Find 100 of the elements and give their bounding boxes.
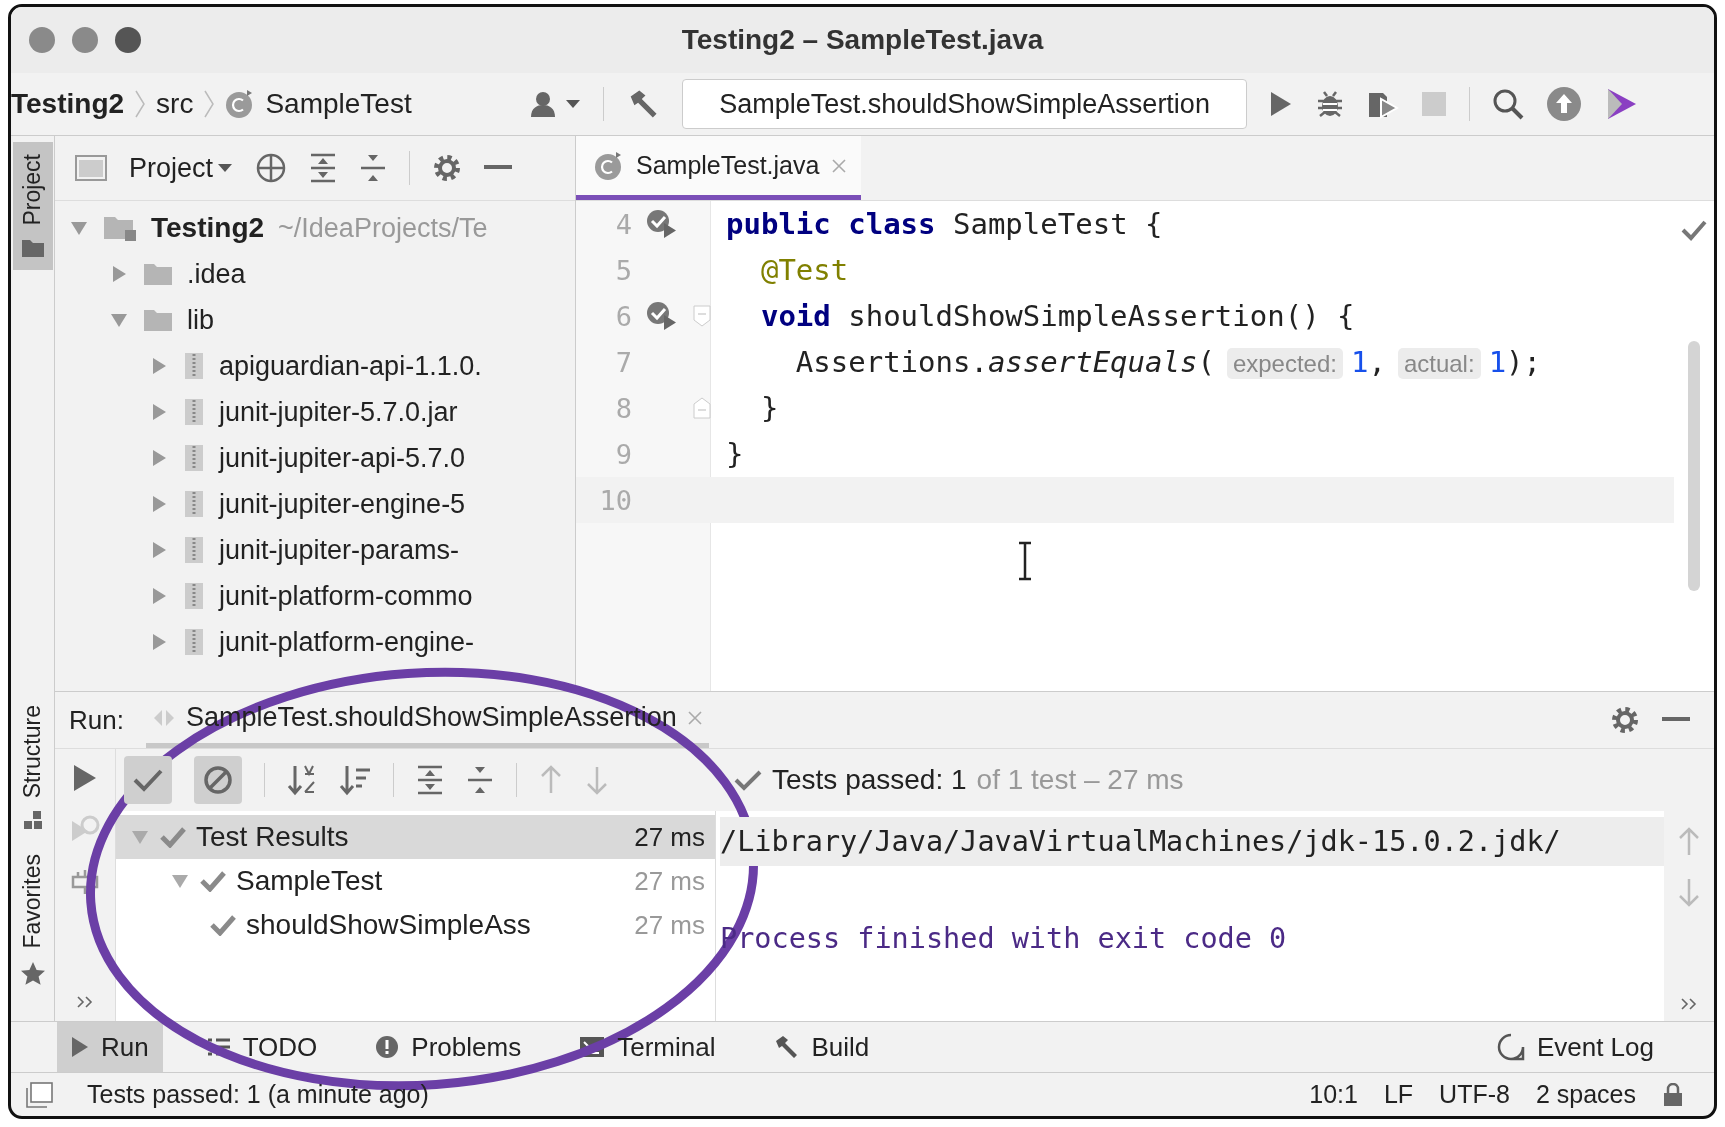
status-item[interactable]: LF bbox=[1383, 1080, 1414, 1109]
search-icon[interactable] bbox=[1492, 88, 1524, 120]
run-test-icon[interactable] bbox=[646, 209, 678, 239]
jar-icon bbox=[183, 628, 205, 656]
test-name: Test Results bbox=[196, 821, 350, 853]
folder-icon bbox=[143, 261, 173, 287]
hammer-icon bbox=[773, 1034, 800, 1060]
class-icon bbox=[594, 150, 624, 181]
close-button[interactable] bbox=[29, 27, 55, 53]
tree-item[interactable]: lib bbox=[187, 304, 214, 336]
tool-window-tab[interactable]: Problems bbox=[361, 1022, 536, 1072]
line-number: 5 bbox=[614, 254, 632, 286]
tool-windows-icon[interactable] bbox=[25, 1081, 53, 1108]
project-path: ~/IdeaProjects/Te bbox=[278, 212, 488, 244]
tool-window-tab[interactable]: TODO bbox=[192, 1022, 332, 1072]
event-log-tab[interactable]: Event Log bbox=[1482, 1022, 1668, 1072]
collapse-all-icon[interactable] bbox=[359, 153, 388, 183]
breadcrumb[interactable]: src bbox=[156, 88, 194, 120]
collapse-all-icon[interactable] bbox=[466, 765, 494, 795]
minimize-icon[interactable] bbox=[484, 165, 513, 171]
status-item[interactable]: UTF-8 bbox=[1439, 1080, 1510, 1109]
folder-icon bbox=[20, 237, 45, 258]
list-icon bbox=[206, 1037, 231, 1057]
tree-item[interactable]: Testing2 bbox=[151, 212, 265, 244]
breadcrumb[interactable]: Testing2 bbox=[11, 88, 125, 120]
caret-icon bbox=[217, 163, 234, 173]
settings-icon[interactable] bbox=[432, 153, 463, 183]
jar-icon bbox=[183, 582, 205, 610]
jar-icon bbox=[183, 490, 205, 518]
check-icon bbox=[1681, 219, 1707, 241]
text-cursor-icon bbox=[1016, 541, 1034, 581]
star-icon bbox=[19, 961, 46, 987]
bug-icon[interactable] bbox=[1315, 89, 1345, 119]
chevron-icon bbox=[203, 89, 216, 119]
tests-passed-count: Tests passed: 1 bbox=[772, 764, 967, 796]
status-item[interactable]: 2 spaces bbox=[1535, 1080, 1636, 1109]
tree-item[interactable]: junit-platform-engine- bbox=[219, 626, 475, 658]
tree-item[interactable]: junit-jupiter-params- bbox=[219, 534, 460, 566]
check-icon bbox=[210, 914, 236, 936]
tool-window-tab[interactable]: Structure bbox=[12, 693, 53, 843]
window-title: Testing2 – SampleTest.java bbox=[681, 24, 1044, 56]
line-number: 4 bbox=[614, 208, 632, 240]
status-item[interactable]: 10:1 bbox=[1309, 1080, 1358, 1109]
editor-tab[interactable]: SampleTest.java bbox=[576, 136, 862, 200]
sort-alphabetically-icon[interactable] bbox=[287, 764, 317, 796]
tree-item[interactable]: junit-jupiter-api-5.7.0 bbox=[219, 442, 466, 474]
breadcrumb[interactable]: SampleTest bbox=[265, 88, 412, 120]
zoom-button[interactable] bbox=[115, 27, 141, 53]
test-row[interactable]: Test Results 27 ms bbox=[116, 815, 715, 859]
locate-icon[interactable] bbox=[255, 152, 288, 184]
test-duration: 27 ms bbox=[634, 821, 705, 853]
tree-item[interactable]: junit-platform-commo bbox=[219, 580, 473, 612]
fold-marker-icon[interactable] bbox=[693, 397, 711, 419]
user-menu-button[interactable] bbox=[531, 91, 581, 117]
test-duration: 27 ms bbox=[634, 865, 705, 897]
show-ignored-toggle[interactable] bbox=[194, 756, 242, 804]
minimize-icon[interactable] bbox=[1662, 717, 1690, 723]
check-icon bbox=[200, 870, 226, 892]
expand-all-icon[interactable] bbox=[416, 765, 444, 795]
expand-all-icon[interactable] bbox=[309, 153, 338, 183]
close-icon[interactable] bbox=[686, 709, 703, 726]
run-test-icon[interactable] bbox=[646, 301, 678, 331]
module-folder-icon bbox=[103, 214, 137, 242]
speech-bubble-icon bbox=[1496, 1033, 1525, 1061]
close-icon[interactable] bbox=[831, 157, 848, 174]
tree-item[interactable]: junit-jupiter-5.7.0.jar bbox=[219, 396, 458, 428]
play-icon bbox=[71, 1036, 89, 1058]
jar-icon bbox=[183, 444, 205, 472]
minimize-button[interactable] bbox=[72, 27, 98, 53]
scrollbar-thumb[interactable] bbox=[1688, 341, 1700, 591]
tool-window-tab[interactable]: Run bbox=[57, 1022, 163, 1072]
tree-item[interactable]: apiguardian-api-1.1.0. bbox=[219, 350, 482, 382]
tool-window-tab[interactable]: Terminal bbox=[565, 1022, 730, 1072]
tool-window-tab[interactable]: Build bbox=[759, 1022, 884, 1072]
line-number: 10 bbox=[598, 484, 632, 516]
run-configuration-dropdown[interactable]: SampleTest.shouldShowSimpleAssertion bbox=[682, 79, 1247, 129]
tree-item[interactable]: junit-jupiter-engine-5 bbox=[219, 488, 466, 520]
update-icon[interactable] bbox=[1546, 86, 1582, 122]
jar-icon bbox=[183, 536, 205, 564]
code-line: @Test bbox=[759, 253, 849, 287]
tool-window-tab[interactable]: Project bbox=[12, 142, 53, 270]
line-number: 7 bbox=[614, 346, 632, 378]
sort-by-duration-icon[interactable] bbox=[339, 764, 371, 796]
code-line: } bbox=[726, 437, 744, 471]
run-icon[interactable] bbox=[1269, 90, 1293, 118]
lock-icon[interactable] bbox=[1662, 1082, 1684, 1107]
test-row[interactable]: SampleTest 27 ms bbox=[116, 859, 715, 903]
tree-item[interactable]: .idea bbox=[187, 258, 246, 290]
view-mode-dropdown[interactable]: Project bbox=[129, 152, 234, 184]
more-icon[interactable] bbox=[1680, 997, 1698, 1011]
check-icon bbox=[734, 769, 762, 791]
panel-layout-icon[interactable] bbox=[75, 155, 107, 181]
code-line: public class SampleTest { bbox=[726, 207, 1163, 241]
rerun-icon[interactable] bbox=[72, 763, 98, 793]
fold-marker-icon[interactable] bbox=[693, 305, 711, 327]
settings-icon[interactable] bbox=[1610, 705, 1640, 735]
tool-window-tab[interactable]: Favorites bbox=[12, 842, 53, 999]
show-passed-toggle[interactable] bbox=[124, 756, 172, 804]
test-row[interactable]: shouldShowSimpleAss 27 ms bbox=[116, 903, 715, 947]
more-icon[interactable] bbox=[76, 995, 94, 1009]
